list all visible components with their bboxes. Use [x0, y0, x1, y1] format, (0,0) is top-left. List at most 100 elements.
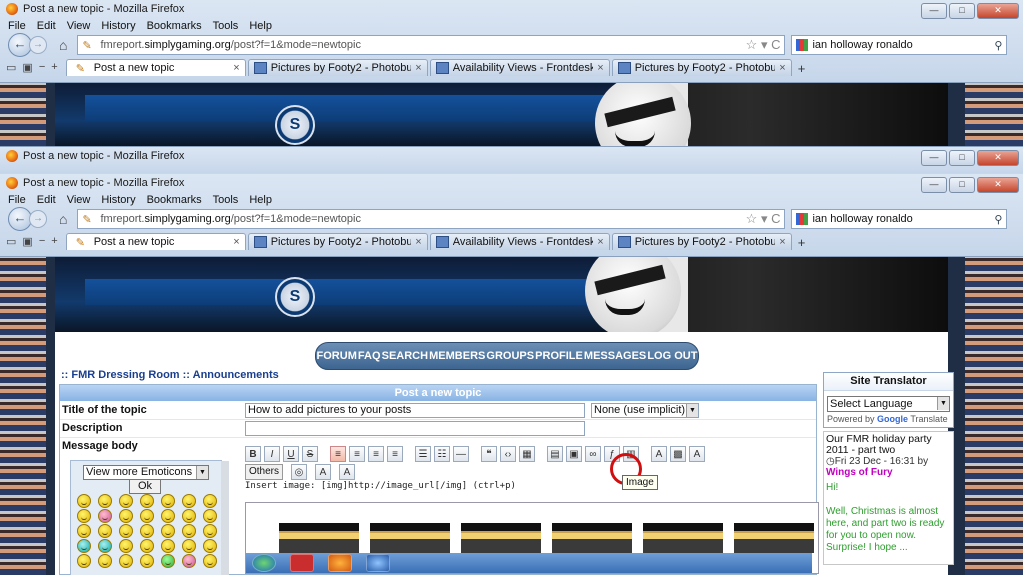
zoom-in-icon[interactable]: +: [51, 61, 57, 73]
emoticon[interactable]: [119, 539, 133, 553]
tab-close-icon[interactable]: ×: [233, 62, 239, 74]
magnifier-icon[interactable]: ⚲: [994, 213, 1006, 226]
align-justify-icon[interactable]: ≡: [387, 446, 403, 462]
search-input[interactable]: ian holloway ronaldo: [812, 213, 912, 225]
numbered-list-icon[interactable]: ☷: [434, 446, 450, 462]
emoticon[interactable]: [161, 524, 175, 538]
home-icon[interactable]: ⌂: [59, 37, 67, 53]
tab-close-icon[interactable]: ×: [779, 62, 785, 74]
emoticon[interactable]: [98, 554, 112, 568]
emoticon[interactable]: [161, 494, 175, 508]
nav-profile[interactable]: PROFILE: [535, 350, 583, 362]
maximize-button[interactable]: □: [949, 150, 975, 166]
align-center-icon[interactable]: ≡: [349, 446, 365, 462]
tab-photobucket-2[interactable]: Pictures by Footy2 - Photobucket×: [611, 233, 792, 250]
search-box[interactable]: ian holloway ronaldo ⚲: [791, 35, 1008, 55]
menu-help[interactable]: Help: [249, 194, 272, 206]
minimize-button[interactable]: —: [921, 177, 947, 193]
nav-members[interactable]: MEMBERS: [429, 350, 485, 362]
emoticon-scrollbar[interactable]: [221, 461, 229, 575]
nav-forum[interactable]: FORUM: [317, 350, 357, 362]
menu-edit[interactable]: Edit: [37, 194, 56, 206]
tab-close-icon[interactable]: ×: [415, 236, 421, 248]
emoticon[interactable]: [182, 554, 196, 568]
menu-file[interactable]: File: [8, 20, 26, 32]
tab-photobucket-1[interactable]: Pictures by Footy2 - Photobucket×: [247, 233, 428, 250]
menu-view[interactable]: View: [67, 20, 91, 32]
news-title[interactable]: Our FMR holiday party 2011 - part two: [826, 434, 951, 456]
emoticon[interactable]: [98, 539, 112, 553]
tab-close-icon[interactable]: ×: [597, 62, 603, 74]
menu-bookmarks[interactable]: Bookmarks: [147, 20, 202, 32]
emoticon[interactable]: [119, 494, 133, 508]
emoticon[interactable]: [161, 554, 175, 568]
menu-tools[interactable]: Tools: [213, 194, 239, 206]
new-tab-button[interactable]: +: [798, 61, 806, 76]
minimize-button[interactable]: —: [921, 150, 947, 166]
nav-faq[interactable]: FAQ: [358, 350, 381, 362]
emoticon[interactable]: [77, 524, 91, 538]
maximize-button[interactable]: □: [949, 3, 975, 19]
align-right-icon[interactable]: ≡: [368, 446, 384, 462]
emoticons-select[interactable]: View more Emoticons ▼: [83, 465, 209, 480]
emoticon[interactable]: [119, 554, 133, 568]
minimize-button[interactable]: —: [921, 3, 947, 19]
address-bar[interactable]: ✎ fmreport.simplygaming.org/post?f=1&mod…: [77, 35, 786, 55]
emoticon[interactable]: [119, 509, 133, 523]
close-button[interactable]: ✕: [977, 177, 1019, 193]
emoticon[interactable]: [203, 539, 217, 553]
emoticon[interactable]: [98, 494, 112, 508]
menu-bookmarks[interactable]: Bookmarks: [147, 194, 202, 206]
language-select[interactable]: Select Language ▼: [827, 396, 950, 412]
search-input[interactable]: ian holloway ronaldo: [812, 39, 912, 51]
bookmark-star-icon[interactable]: ☆ ▾ C: [746, 37, 785, 53]
close-button[interactable]: ✕: [977, 3, 1019, 19]
address-bar[interactable]: ✎ fmreport.simplygaming.org/post?f=1&mod…: [77, 209, 786, 229]
emoticon[interactable]: [203, 494, 217, 508]
tab-availability[interactable]: Availability Views - Frontdesk Anywh...×: [429, 233, 610, 250]
bookmark-star-icon[interactable]: ☆ ▾ C: [746, 211, 785, 227]
tab-availability[interactable]: Availability Views - Frontdesk Anywh...×: [429, 59, 610, 76]
horizontal-rule-icon[interactable]: ―: [453, 446, 469, 462]
emoticon[interactable]: [182, 524, 196, 538]
forward-icon[interactable]: →: [29, 210, 47, 228]
code-icon[interactable]: ‹›: [500, 446, 516, 462]
tab-photobucket-2[interactable]: Pictures by Footy2 - Photobucket×: [611, 59, 792, 76]
emoticon[interactable]: [161, 539, 175, 553]
zoom-out-icon[interactable]: −: [39, 235, 45, 247]
emoticon[interactable]: [203, 524, 217, 538]
new-tab-button[interactable]: +: [798, 235, 806, 250]
print-icon[interactable]: ▣: [22, 61, 32, 74]
emoticon[interactable]: [140, 554, 154, 568]
host-image-icon[interactable]: ▤: [547, 446, 563, 462]
menu-file[interactable]: File: [8, 194, 26, 206]
emoticon[interactable]: [140, 494, 154, 508]
tab-photobucket-1[interactable]: Pictures by Footy2 - Photobucket×: [247, 59, 428, 76]
emoticon[interactable]: [161, 509, 175, 523]
breadcrumb-current[interactable]: Announcements: [193, 369, 279, 381]
bold-button[interactable]: B: [245, 446, 261, 462]
menu-history[interactable]: History: [101, 194, 135, 206]
forward-icon[interactable]: →: [29, 36, 47, 54]
spell-check-icon[interactable]: ◎: [291, 464, 308, 480]
emoticon[interactable]: [203, 509, 217, 523]
format-icon[interactable]: A: [315, 464, 332, 480]
icon-select[interactable]: None (use implicit) ▼: [591, 403, 699, 418]
title-input[interactable]: How to add pictures to your posts: [245, 403, 585, 418]
menu-view[interactable]: View: [67, 194, 91, 206]
translate-link[interactable]: Translate: [910, 414, 947, 424]
tab-close-icon[interactable]: ×: [233, 236, 239, 248]
zoom-out-icon[interactable]: −: [39, 61, 45, 73]
nav-logout[interactable]: LOG OUT: [647, 350, 697, 362]
nav-search[interactable]: SEARCH: [382, 350, 428, 362]
menu-help[interactable]: Help: [249, 20, 272, 32]
menu-edit[interactable]: Edit: [37, 20, 56, 32]
image-icon[interactable]: ▣: [566, 446, 582, 462]
description-input[interactable]: [245, 421, 585, 436]
bookmark-icon[interactable]: ▭: [6, 235, 16, 248]
align-left-icon[interactable]: ≡: [330, 446, 346, 462]
tab-post-new-topic[interactable]: ✎ Post a new topic ×: [65, 59, 246, 76]
tab-post-new-topic[interactable]: ✎ Post a new topic ×: [65, 233, 246, 250]
home-icon[interactable]: ⌂: [59, 211, 67, 227]
emoticon[interactable]: [77, 494, 91, 508]
